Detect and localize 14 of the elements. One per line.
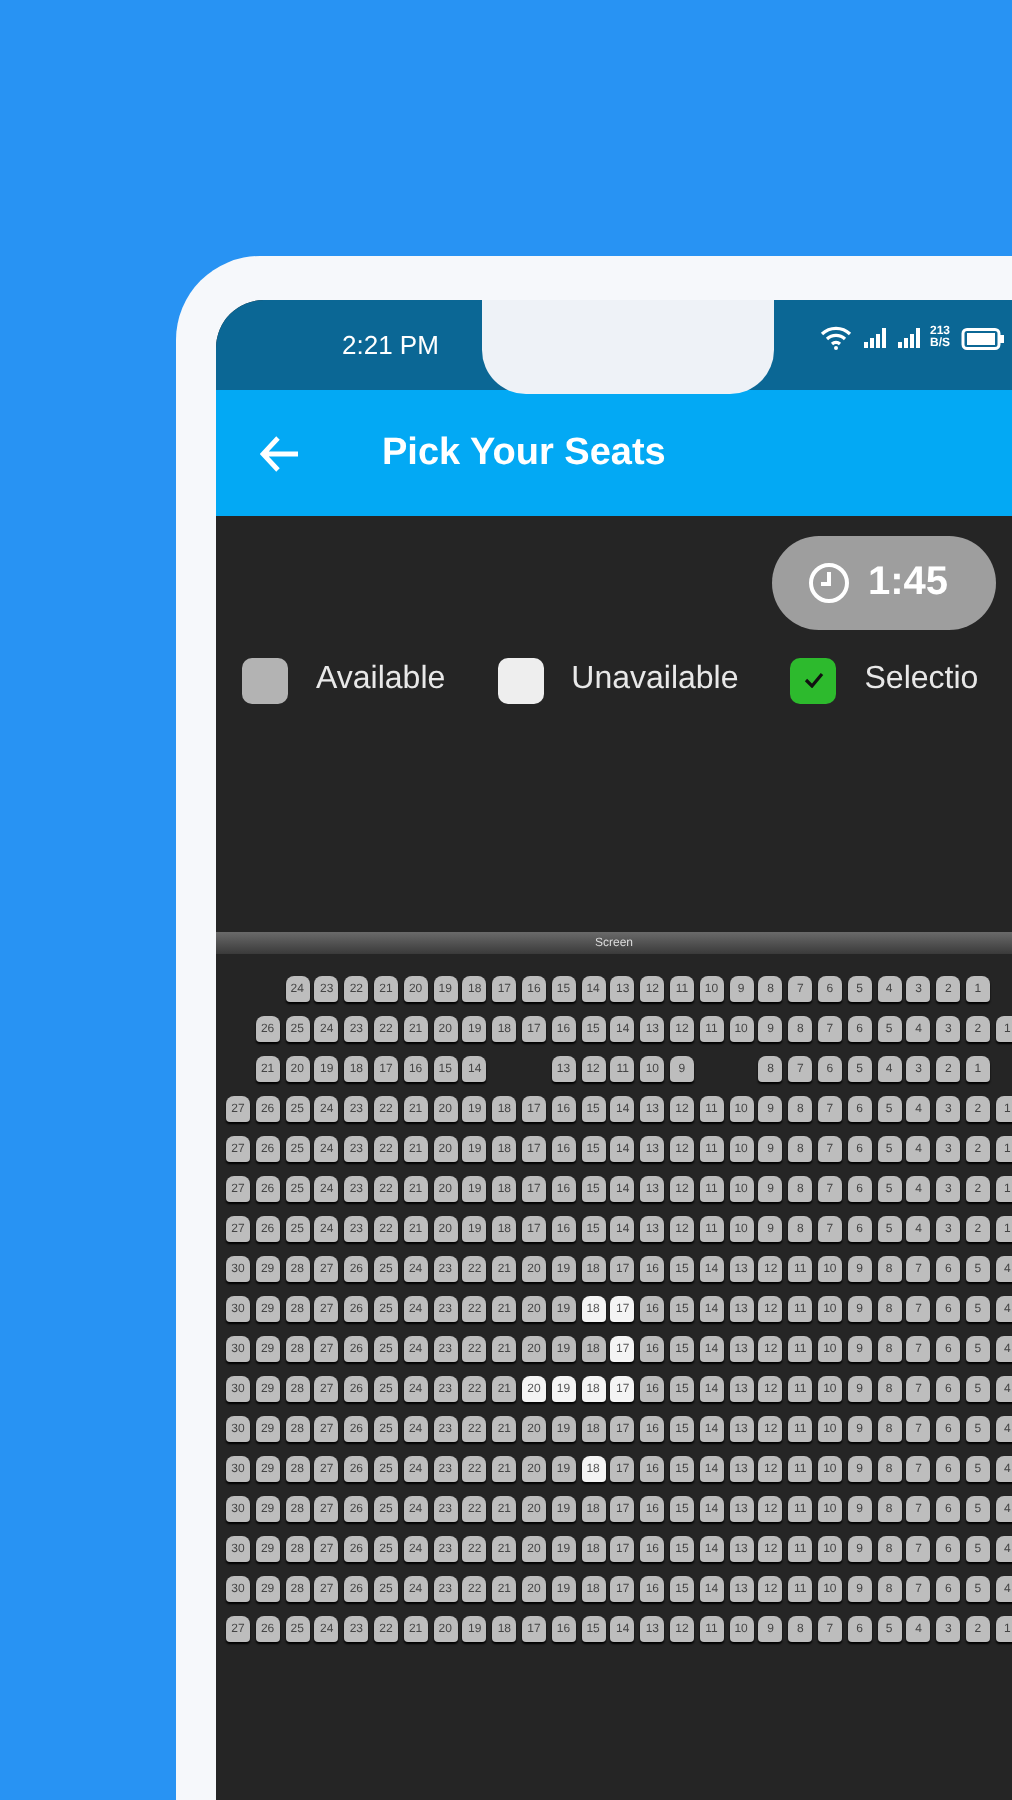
timer-value: 1:45: [868, 560, 949, 606]
legend-label: Unavailable: [571, 662, 739, 698]
back-button[interactable]: [258, 431, 302, 475]
status-time: 2:21 PM: [342, 330, 439, 360]
legend-label: Available: [316, 662, 446, 698]
back-arrow-icon: [260, 435, 300, 471]
legend-label: Selectio: [864, 662, 979, 698]
signal-icon: [895, 328, 920, 348]
battery-icon: [960, 327, 1004, 349]
clock-icon: [808, 562, 850, 604]
check-icon: [803, 672, 824, 688]
signal-icon: [861, 328, 886, 348]
wifi-icon: [819, 326, 852, 350]
page-title: Pick Your Seats: [382, 431, 666, 475]
